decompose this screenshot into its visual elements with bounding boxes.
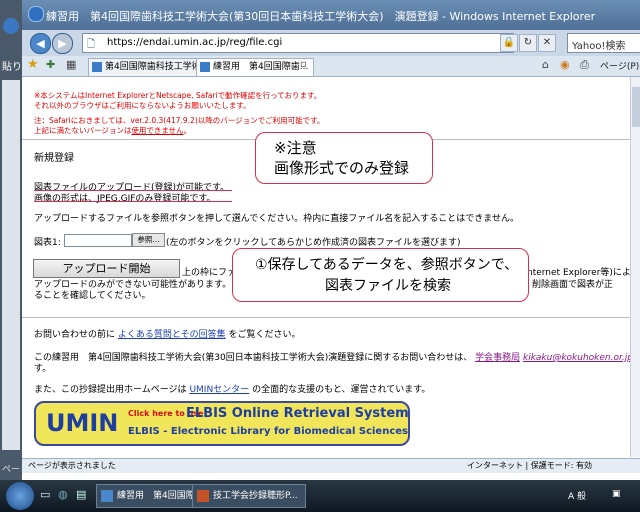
- add-favorites-icon[interactable]: ✚: [46, 58, 55, 71]
- tab-practice[interactable]: 練習用 第4回国際歯...: [196, 58, 314, 77]
- faq-line: お問い合わせの前に よくある質問とその回答集 をご覧ください。: [34, 327, 301, 340]
- home-icon[interactable]: ⌂: [542, 58, 549, 71]
- window-title: 練習用 第4回国際歯科技工学術大会(第30回日本歯科技工学術大会) 演題登録 -…: [46, 10, 596, 23]
- document-ruler: [2, 80, 20, 450]
- upload-instruction: アップロードするファイルを参照ボタンを押して選んでください。枠内に直接ファイル名…: [34, 214, 520, 224]
- favorites-star-icon[interactable]: ★: [27, 57, 39, 72]
- new-tab-icon[interactable]: ▫: [300, 59, 307, 70]
- ie-quicklaunch-icon[interactable]: ◍: [58, 488, 68, 501]
- navigation-bar: ◀ ▶ 🗋 https://endai.umin.ac.jp/reg/file.…: [22, 30, 640, 56]
- back-button[interactable]: ◀: [30, 33, 51, 54]
- file-label: 図表1:: [34, 238, 61, 248]
- faq-link[interactable]: よくある質問とその回答集: [118, 330, 226, 340]
- forward-button[interactable]: ▶: [52, 33, 73, 54]
- support-after: の全面的な支援のもと、運営されています。: [252, 385, 431, 395]
- tab-label: 第4回国際歯科技工学術...: [105, 62, 210, 72]
- search-placeholder: Yahoo!検索: [572, 41, 626, 52]
- background-app-strip: 貼り ペー: [0, 0, 22, 480]
- contact-text: この練習用 第4回国際歯科技工学術大会(第30回日本歯科技工学術大会)演題登録に…: [34, 353, 473, 363]
- note-callout-line1: ※注意: [274, 139, 317, 157]
- save-callout-line1: ①保存してあるデータを、参照ボタンで、: [255, 257, 519, 273]
- file-path-input[interactable]: [64, 234, 132, 247]
- system-tray: A 般 ▣: [560, 480, 640, 512]
- unusable-link[interactable]: 使用できません: [131, 126, 183, 135]
- switch-windows-icon[interactable]: ▤: [76, 488, 86, 501]
- version-notice-end: 。: [183, 126, 192, 135]
- taskbar: ▭ ◍ ▤ 練習用 第4回国際... 技工学会抄録聴形P... A 般 ▣: [0, 480, 640, 512]
- browse-button[interactable]: 参照...: [132, 233, 165, 247]
- tray-icon[interactable]: ▣: [612, 489, 621, 499]
- taskbar-ie-icon: [101, 490, 113, 502]
- security-zone: インターネット | 保護モード: 有効: [467, 461, 593, 470]
- note-callout-line2: 画像形式でのみ登録: [274, 159, 410, 177]
- start-button[interactable]: [6, 482, 34, 510]
- print-icon[interactable]: ⎙: [580, 58, 589, 72]
- umin-center-link[interactable]: UMINセンター: [189, 385, 249, 395]
- address-bar[interactable]: 🗋 https://endai.umin.ac.jp/reg/file.cgi: [82, 33, 514, 53]
- note-callout: ※注意 画像形式でのみ登録: [255, 132, 433, 184]
- vertical-scrollbar[interactable]: [630, 77, 640, 457]
- support-line: また、この抄録提出用ホームページは UMINセンター の全面的な支援のもと、運営…: [34, 382, 430, 395]
- upload-note-2-end: 削除画面で図表が正: [532, 280, 614, 290]
- page-menu-button[interactable]: ページ(P): [600, 59, 639, 72]
- browser-notice-2: それ以外のブラウザはご利用にならないようお願いいたします。: [34, 101, 251, 110]
- contact-line-2: す。: [34, 364, 52, 374]
- file-hint: (左のボタンをクリックしてあらかじめ作成済の図表ファイルを選びます): [166, 238, 461, 248]
- tab-label: 練習用 第4回国際歯...: [213, 62, 309, 72]
- status-bar: ページが表示されました インターネット | 保護モード: 有効: [22, 458, 640, 473]
- address-url: https://endai.umin.ac.jp/reg/file.cgi: [107, 37, 283, 48]
- taskbar-ppt-icon: [197, 490, 209, 502]
- paste-label: 貼り: [2, 62, 22, 73]
- upload-info-2: 画像の形式は、JPEG,GIFのみ登録可能です。: [34, 194, 216, 204]
- contact-line: この練習用 第4回国際歯科技工学術大会(第30回日本歯科技工学術大会)演題登録に…: [34, 350, 630, 363]
- banner-system-name: ELBIS Online Retrieval System: [186, 406, 409, 421]
- support-before: また、この抄録提出用ホームページは: [34, 385, 187, 395]
- divider: [22, 317, 630, 318]
- tab-bar: ★ ✚ ▦ 第4回国際歯科技工学術... 練習用 第4回国際歯... ▫ ⌂ ◉…: [22, 56, 640, 77]
- refresh-icon[interactable]: ↻: [519, 34, 537, 52]
- scrollbar-thumb[interactable]: [632, 87, 640, 127]
- upload-start-button[interactable]: アップロード開始: [33, 259, 180, 278]
- ime-indicator[interactable]: A 般: [568, 489, 586, 502]
- tab-favicon: [200, 62, 210, 72]
- page-content: ※本システムはInternet ExplorerとNetscape, Safar…: [22, 77, 630, 457]
- contact-email-link[interactable]: kikaku@kokuhoken.or.jp: [523, 353, 630, 363]
- ie-icon: [28, 6, 44, 22]
- show-desktop-icon[interactable]: ▭: [40, 488, 50, 501]
- section-title: 新規登録: [34, 153, 74, 164]
- page-icon: 🗋: [87, 39, 96, 50]
- office-app-icon: [3, 18, 19, 34]
- upload-note-3: ることを確認してください。: [34, 291, 151, 301]
- highlight-underline: [34, 201, 232, 202]
- banner-subtitle: ELBIS - Electronic Library for Biomedica…: [128, 426, 408, 437]
- faq-before: お問い合わせの前に: [34, 330, 116, 340]
- title-bar: 練習用 第4回国際歯科技工学術大会(第30回日本歯科技工学術大会) 演題登録 -…: [22, 0, 640, 30]
- tab-conference[interactable]: 第4回国際歯科技工学術...: [88, 58, 210, 77]
- tab-favicon: [92, 62, 102, 72]
- taskbar-item-label: 技工学会抄録聴形P...: [213, 491, 298, 501]
- stop-icon[interactable]: ✕: [538, 34, 556, 52]
- version-notice: 上記に満たないバージョンは使用できません。: [34, 125, 191, 136]
- secretariat-link[interactable]: 学会事務局: [475, 353, 520, 363]
- feeds-icon[interactable]: ◉: [560, 58, 570, 71]
- browser-window: 練習用 第4回国際歯科技工学術大会(第30回日本歯科技工学術大会) 演題登録 -…: [22, 0, 640, 480]
- taskbar-item-label: 練習用 第4回国際...: [117, 491, 204, 501]
- save-callout-line2: 図表ファイルを検索: [325, 278, 451, 294]
- page-label: ペー: [2, 465, 21, 475]
- save-callout: ①保存してあるデータを、参照ボタンで、 図表ファイルを検索: [232, 248, 529, 302]
- elbis-banner-link[interactable]: UMIN Click here to use ELBIS Online Retr…: [34, 401, 410, 446]
- faq-after: をご覧ください。: [228, 330, 301, 340]
- version-notice-text: 上記に満たないバージョンは: [34, 126, 132, 135]
- status-text: ページが表示されました: [28, 461, 116, 470]
- taskbar-item-document[interactable]: 技工学会抄録聴形P...: [192, 484, 306, 508]
- umin-logo: UMIN: [46, 409, 119, 437]
- search-input[interactable]: Yahoo!検索: [567, 33, 640, 53]
- padlock-icon[interactable]: 🔒: [500, 34, 518, 52]
- tab-list-icon[interactable]: ▦: [66, 58, 76, 71]
